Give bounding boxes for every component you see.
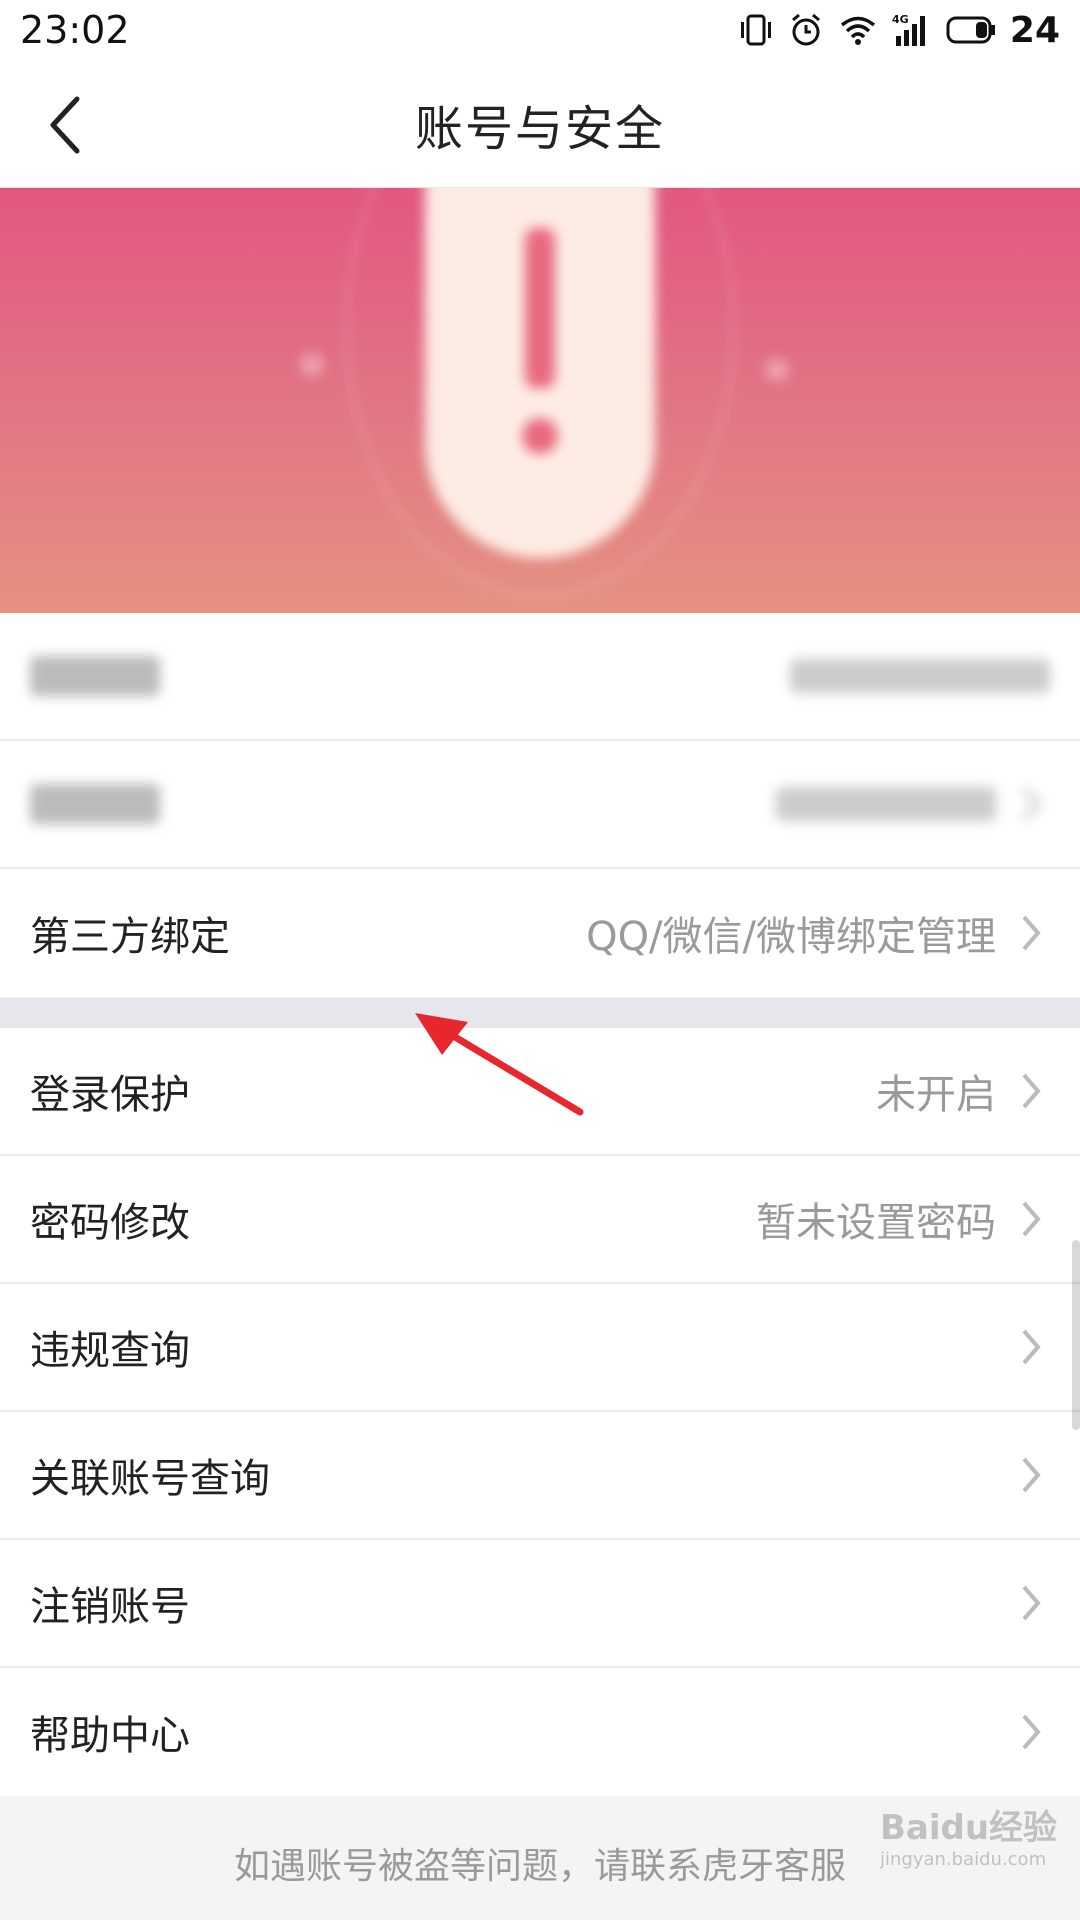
list-item-blurred[interactable] xyxy=(0,741,1080,869)
list-item-blurred xyxy=(0,613,1080,741)
row-value: 暂未设置密码 xyxy=(756,1200,996,1246)
signal-4g-icon: 4G xyxy=(892,12,932,48)
row-label: 违规查询 xyxy=(30,1328,190,1374)
footer-text: 如遇账号被盗等问题，请联系虎牙客服 xyxy=(233,1846,846,1887)
chevron-right-icon xyxy=(1020,1071,1050,1111)
page-title: 账号与安全 xyxy=(414,100,665,157)
watermark-url: jingyan.baidu.com xyxy=(880,1849,1047,1870)
status-icons: 4G 24 xyxy=(738,10,1060,51)
battery-level: 24 xyxy=(1009,9,1060,51)
row-value: QQ/微信/微博绑定管理 xyxy=(586,914,996,960)
blurred-value xyxy=(776,787,996,821)
blurred-value xyxy=(790,659,1050,693)
blurred-label xyxy=(30,656,160,696)
banner-graphic xyxy=(0,188,1080,613)
row-label: 登录保护 xyxy=(30,1072,190,1118)
baidu-watermark: Baidu经验 jingyan.baidu.com xyxy=(880,1800,1057,1870)
chevron-right-icon xyxy=(1020,1712,1050,1752)
svg-text:4G: 4G xyxy=(892,13,909,26)
security-banner[interactable] xyxy=(0,188,1080,613)
sparkle-icon xyxy=(765,358,789,382)
chevron-right-icon xyxy=(1020,913,1050,953)
sparkle-icon xyxy=(300,353,324,377)
blurred-label xyxy=(30,784,160,824)
chevron-right-icon xyxy=(1020,1327,1050,1367)
watermark-brand: Baidu经验 xyxy=(880,1808,1058,1848)
scrollbar-thumb xyxy=(1072,1240,1080,1430)
row-label: 关联账号查询 xyxy=(30,1456,270,1502)
security-settings-list: 登录保护 未开启 密码修改 暂未设置密码 违规查询 关联账号查询 注销账号 帮助… xyxy=(0,1028,1080,1796)
battery-icon xyxy=(946,15,996,45)
row-value: 未开启 xyxy=(876,1072,996,1118)
status-bar: 23:02 4G 24 xyxy=(0,0,1080,60)
nav-bar: 账号与安全 xyxy=(0,60,1080,188)
chevron-right-icon xyxy=(1020,784,1050,824)
row-label: 第三方绑定 xyxy=(30,914,230,960)
chevron-right-icon xyxy=(1020,1199,1050,1239)
list-item-cancel-account[interactable]: 注销账号 xyxy=(0,1540,1080,1668)
account-info-list: 第三方绑定 QQ/微信/微博绑定管理 xyxy=(0,613,1080,997)
row-label: 注销账号 xyxy=(30,1584,190,1630)
alarm-icon xyxy=(788,12,824,48)
list-item-third-party-binding[interactable]: 第三方绑定 QQ/微信/微博绑定管理 xyxy=(0,869,1080,997)
back-button[interactable] xyxy=(30,90,100,160)
row-label: 帮助中心 xyxy=(30,1713,190,1759)
chevron-left-icon xyxy=(50,96,80,154)
list-item-help-center[interactable]: 帮助中心 xyxy=(0,1668,1080,1796)
wifi-icon xyxy=(838,12,878,48)
status-time: 23:02 xyxy=(20,8,130,52)
list-item-password-change[interactable]: 密码修改 暂未设置密码 xyxy=(0,1156,1080,1284)
warning-mark-icon xyxy=(525,228,555,388)
vibrate-icon xyxy=(738,12,774,48)
list-item-linked-account-query[interactable]: 关联账号查询 xyxy=(0,1412,1080,1540)
chevron-right-icon xyxy=(1020,1455,1050,1495)
annotation-arrow-icon xyxy=(415,1013,584,1116)
chevron-right-icon xyxy=(1020,1583,1050,1623)
row-label: 密码修改 xyxy=(30,1200,190,1246)
warning-dot-icon xyxy=(522,418,558,454)
list-item-violation-query[interactable]: 违规查询 xyxy=(0,1284,1080,1412)
